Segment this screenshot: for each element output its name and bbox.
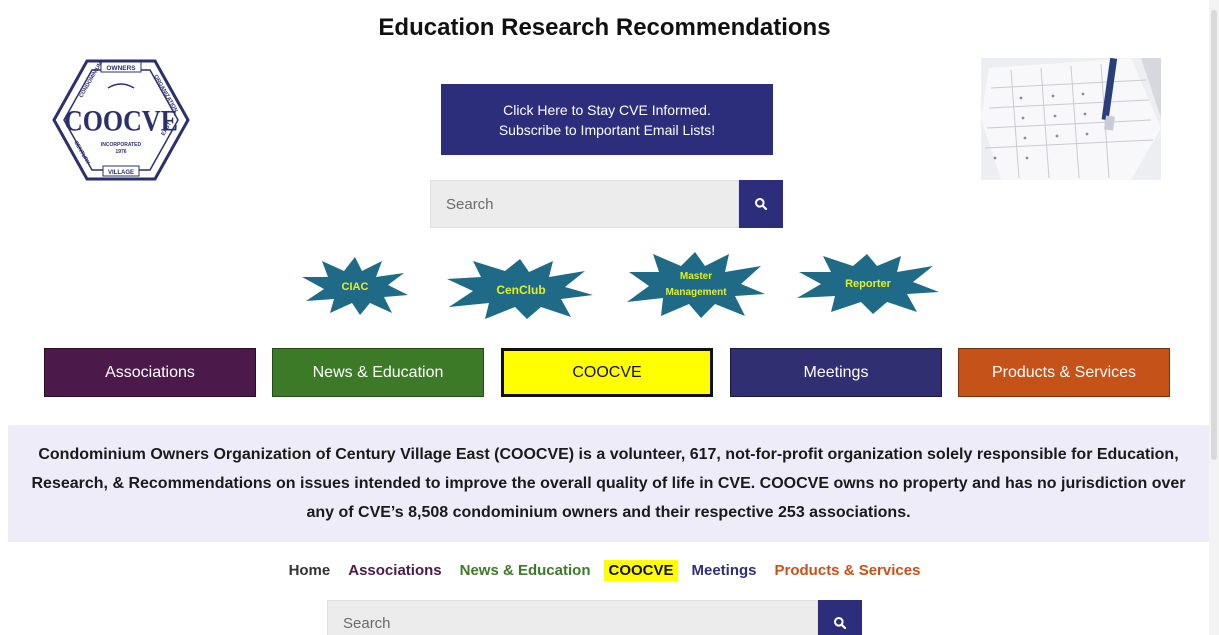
main-nav: Associations News & Education COOCVE Mee… [0, 348, 1209, 397]
mission-text: Condominium Owners Organization of Centu… [31, 446, 1186, 521]
svg-text:OWNERS: OWNERS [106, 65, 136, 72]
search-bottom: Search [327, 600, 862, 635]
svg-text:CIAC: CIAC [342, 281, 369, 293]
text-nav-home[interactable]: Home [285, 560, 335, 581]
nav-button-meetings[interactable]: Meetings [730, 348, 942, 397]
banner-line-1: Click Here to Stay CVE Informed. [503, 101, 711, 118]
subscribe-banner-button[interactable]: Click Here to Stay CVE Informed. Subscri… [441, 84, 773, 155]
svg-text:VILLAGE: VILLAGE [108, 170, 134, 176]
svg-text:Reporter: Reporter [845, 278, 892, 290]
text-nav-associations[interactable]: Associations [344, 560, 445, 581]
coocve-logo[interactable]: OWNERS CONDOMINIUM ORGANIZATION COOCVE I… [52, 58, 190, 182]
nav-button-coocve[interactable]: COOCVE [501, 348, 713, 397]
search-icon [755, 198, 768, 211]
calendar-image [981, 58, 1161, 180]
star-reporter-link[interactable]: Reporter [795, 252, 941, 316]
banner-line-2: Subscribe to Important Email Lists! [498, 121, 716, 138]
nav-button-associations[interactable]: Associations [44, 348, 256, 397]
mission-statement: Condominium Owners Organization of Centu… [8, 425, 1209, 542]
svg-text:1976: 1976 [115, 149, 126, 155]
text-nav-meetings[interactable]: Meetings [688, 560, 761, 581]
svg-text:CenClub: CenClub [496, 283, 545, 297]
nav-button-products-services[interactable]: Products & Services [958, 348, 1170, 397]
search-input-bottom[interactable]: Search [327, 600, 818, 635]
text-nav-products-services[interactable]: Products & Services [771, 560, 925, 581]
search-input[interactable]: Search [430, 180, 739, 228]
star-cenclub-link[interactable]: CenClub [445, 257, 595, 321]
text-nav-coocve[interactable]: COOCVE [604, 560, 678, 581]
search-top: Search [430, 180, 783, 228]
scrollbar-thumb[interactable] [1211, 10, 1217, 460]
nav-button-news-education[interactable]: News & Education [272, 348, 484, 397]
scrollbar[interactable] [1209, 0, 1219, 635]
search-icon [834, 617, 847, 630]
text-nav-news-education[interactable]: News & Education [456, 560, 595, 581]
search-button[interactable] [739, 180, 783, 228]
search-button-bottom[interactable] [818, 600, 862, 635]
page: Education Research Recommendations OWNER… [0, 0, 1209, 635]
svg-text:Master: Master [680, 271, 712, 282]
site-title: Education Research Recommendations [378, 14, 831, 41]
svg-text:Management: Management [665, 287, 727, 298]
star-master-management-link[interactable]: Master Management [625, 250, 767, 320]
star-ciac-link[interactable]: CIAC [300, 255, 410, 317]
text-nav: Home Associations News & Education COOCV… [0, 560, 1209, 581]
svg-text:INCORPORATED: INCORPORATED [101, 142, 142, 148]
